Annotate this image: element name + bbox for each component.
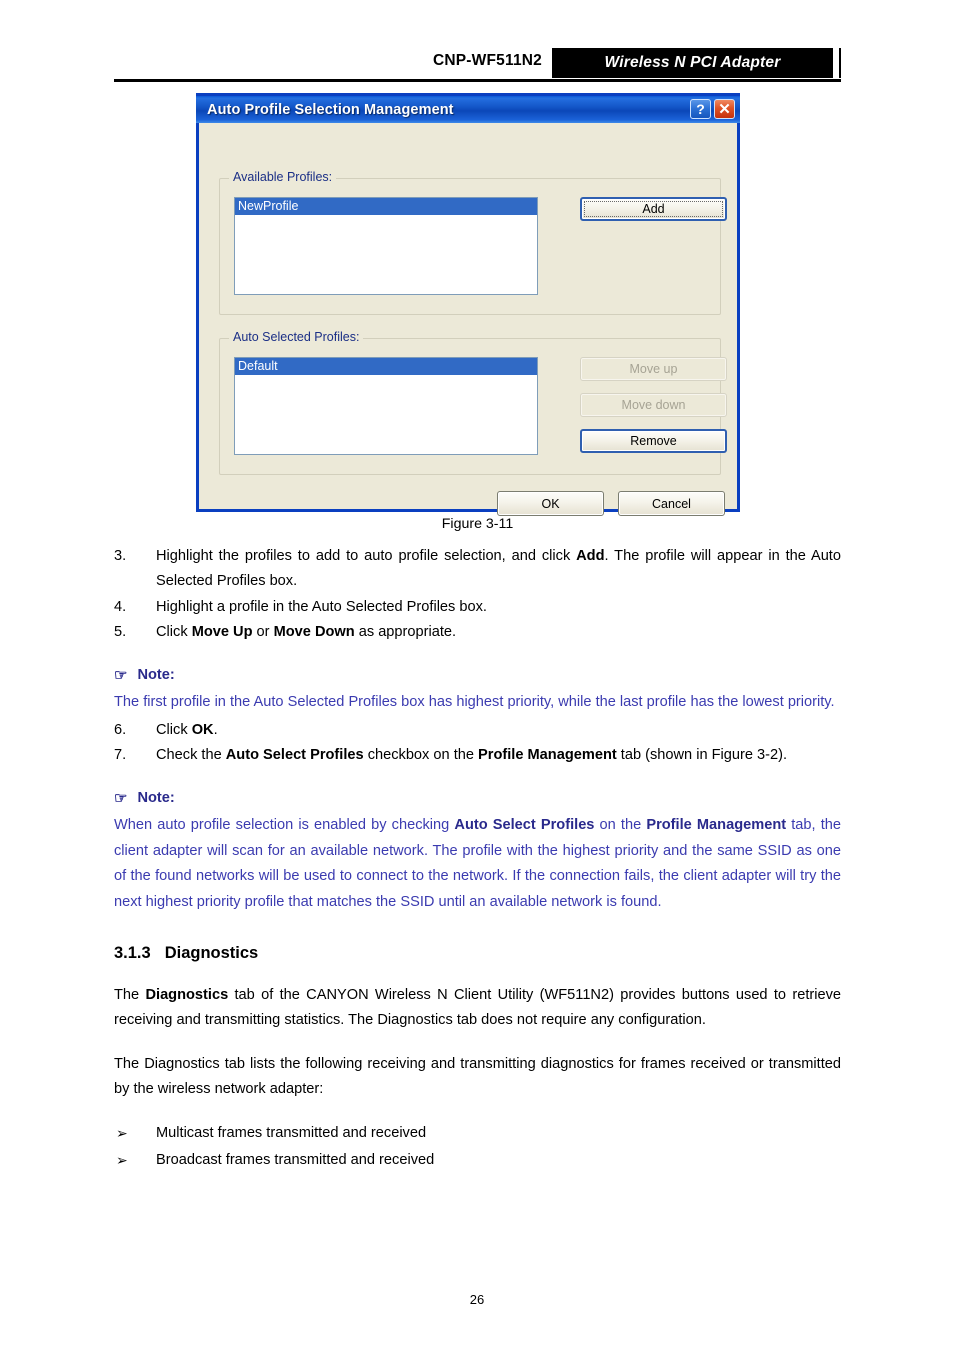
- list-item-number: 5.: [114, 624, 127, 640]
- page-header: CNP-WF511N2 Wireless N PCI Adapter: [114, 48, 841, 82]
- body-text: When auto profile selection is enabled b…: [114, 817, 455, 833]
- header-model-text: CNP-WF511N2: [432, 52, 542, 69]
- body-text: Click: [156, 721, 192, 738]
- dialog-body: Available Profiles: NewProfile Add Auto …: [199, 126, 737, 516]
- add-button[interactable]: Add: [580, 197, 727, 221]
- numbered-steps-second: 6. Click OK. 7. Check the Auto Select Profi…: [114, 718, 841, 769]
- dialog-title: Auto Profile Selection Management: [207, 101, 454, 118]
- body-text: Highlight the profiles to add to auto pr…: [156, 547, 577, 564]
- body-text: The: [114, 986, 146, 1003]
- page-number: 26: [469, 1292, 485, 1307]
- close-icon[interactable]: ✕: [714, 99, 735, 119]
- auto-selected-profiles-listbox[interactable]: Default: [234, 357, 538, 455]
- note-label-2: Note:: [137, 789, 175, 806]
- arrow-bullet-icon: ➢: [116, 1124, 128, 1141]
- paragraph-diagnostics-intro: The Diagnostics tab of the CANYON Wirele…: [114, 983, 841, 1034]
- move-down-button-label: Move down: [621, 398, 686, 412]
- numbered-steps-first: 3. Highlight the profiles to add to auto …: [114, 544, 841, 646]
- list-item: 7. Check the Auto Select Profiles checkbo…: [114, 743, 841, 769]
- auto-selected-profiles-group: Auto Selected Profiles: Default Move up …: [219, 330, 727, 475]
- figure-caption: Figure 3-11: [441, 516, 514, 532]
- header-right-tick: [839, 48, 841, 78]
- list-item-label: Broadcast frames transmitted and receive…: [156, 1152, 435, 1168]
- move-up-button[interactable]: Move up: [580, 357, 727, 381]
- body-text: on the: [594, 817, 647, 833]
- header-product-banner: Wireless N PCI Adapter: [552, 48, 833, 78]
- list-item: ➢ Broadcast frames transmitted and receiv…: [114, 1148, 841, 1174]
- list-item[interactable]: Default: [235, 358, 537, 375]
- section-title: Diagnostics: [164, 944, 259, 962]
- body-text: Highlight a profile in the Auto Selected…: [156, 598, 487, 615]
- dialog-window: Auto Profile Selection Management ? ✕ Av…: [196, 93, 740, 516]
- list-item: 6. Click OK.: [114, 718, 841, 744]
- emphasis-text: Auto Select Profiles: [454, 817, 595, 833]
- emphasis-text: Profile Management: [646, 817, 787, 833]
- help-icon[interactable]: ?: [690, 99, 711, 119]
- list-item-number: 3.: [114, 547, 127, 564]
- auto-selected-profiles-label: Auto Selected Profiles:: [229, 330, 364, 344]
- list-item-number: 6.: [114, 721, 127, 738]
- emphasis-text: Auto Select Profiles: [225, 747, 364, 763]
- note-heading-2: ☞ Note:: [114, 786, 841, 812]
- list-item: 4. Highlight a profile in the Auto Select…: [114, 595, 841, 621]
- available-profiles-label: Available Profiles:: [229, 170, 337, 184]
- emphasis-text: Move Up: [191, 624, 253, 640]
- note-heading-1: ☞ Note:: [114, 663, 841, 689]
- list-item-label: Multicast frames transmitted and receive…: [156, 1124, 427, 1141]
- cancel-button-label: Cancel: [652, 496, 691, 511]
- arrow-bullet-icon: ➢: [116, 1152, 128, 1168]
- section-number: 3.1.3: [114, 944, 151, 962]
- bullet-list: ➢ Multicast frames transmitted and receiv…: [114, 1121, 841, 1174]
- list-item-number: 4.: [114, 598, 127, 615]
- body-text: or: [252, 624, 274, 640]
- list-item: ➢ Multicast frames transmitted and receiv…: [114, 1121, 841, 1147]
- emphasis-text: Diagnostics: [145, 986, 229, 1003]
- available-profiles-listbox[interactable]: NewProfile: [234, 197, 538, 295]
- list-item-number: 7.: [114, 747, 127, 763]
- dialog-titlebar[interactable]: Auto Profile Selection Management ? ✕: [196, 93, 740, 123]
- body-text: as appropriate.: [354, 624, 457, 640]
- figure-auto-profile-selection-management: Auto Profile Selection Management ? ✕ Av…: [196, 93, 740, 516]
- body-text: .: [213, 721, 218, 738]
- available-profiles-group: Available Profiles: NewProfile Add: [219, 170, 727, 315]
- titlebar-button-group: ? ✕: [690, 99, 735, 119]
- remove-button[interactable]: Remove: [580, 429, 727, 453]
- paragraph-diagnostics-list-intro: The Diagnostics tab lists the following …: [114, 1052, 841, 1103]
- list-item[interactable]: NewProfile: [235, 198, 537, 215]
- pointing-hand-icon: ☞: [114, 666, 128, 684]
- section-heading: 3.1.3 Diagnostics: [114, 941, 841, 967]
- body-text: checkbox on the: [363, 747, 479, 763]
- move-down-button[interactable]: Move down: [580, 393, 727, 417]
- emphasis-text: Profile Management: [478, 747, 617, 763]
- emphasis-text: Add: [576, 547, 605, 564]
- note-label-1: Note:: [137, 666, 175, 683]
- pointing-hand-icon: ☞: [114, 789, 128, 807]
- remove-button-label: Remove: [630, 434, 677, 448]
- body-text: Click: [156, 624, 192, 640]
- move-up-button-label: Move up: [629, 362, 678, 376]
- header-divider-rule: [114, 79, 841, 82]
- emphasis-text: Move Down: [273, 624, 355, 640]
- ok-button-label: OK: [541, 496, 560, 511]
- list-item: 3. Highlight the profiles to add to auto …: [114, 544, 841, 595]
- note-text-2: When auto profile selection is enabled b…: [114, 813, 841, 915]
- body-text: The Diagnostics tab lists the following …: [114, 1055, 841, 1098]
- body-text: tab (shown in Figure 3-2).: [616, 747, 788, 763]
- note-text-1: The first profile in the Auto Selected P…: [114, 694, 835, 710]
- add-button-label: Add: [642, 202, 665, 216]
- body-text: Check the: [156, 747, 226, 763]
- document-body: Figure 3-11 3. Highlight the profiles to …: [114, 512, 841, 1176]
- list-item: 5. Click Move Up or Move Down as appropri…: [114, 620, 841, 646]
- emphasis-text: OK: [191, 721, 214, 738]
